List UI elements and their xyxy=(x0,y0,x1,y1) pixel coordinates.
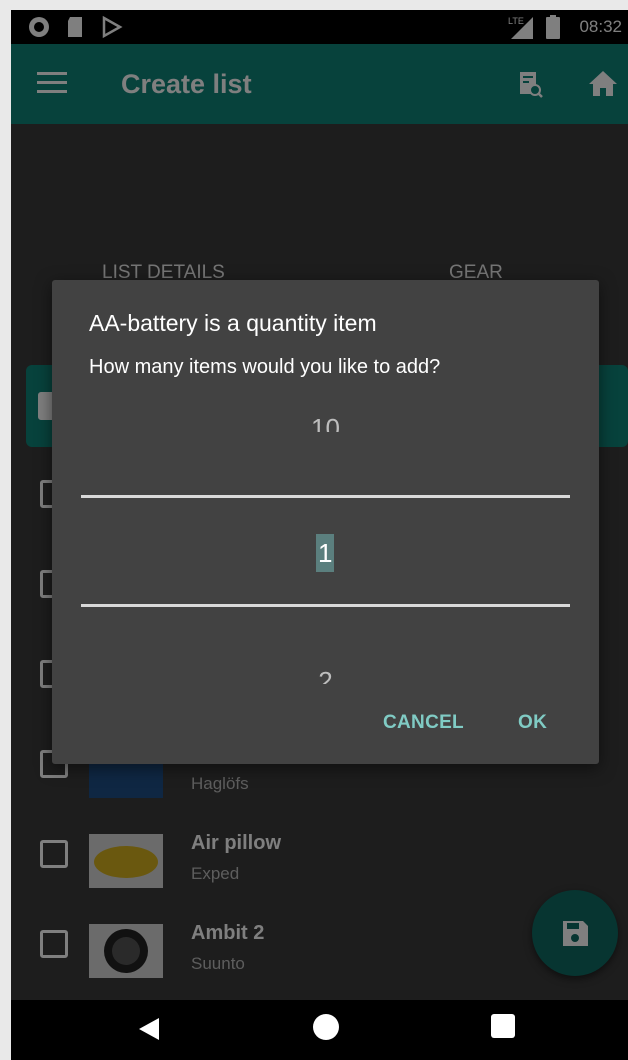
picker-divider xyxy=(81,495,570,498)
quantity-picker-input[interactable]: 1 xyxy=(316,534,335,572)
quantity-dialog: AA-battery is a quantity item How many i… xyxy=(52,280,599,764)
picker-divider xyxy=(81,604,570,607)
phone-screen: LTE 08:32 Create list LIST DETAILS xyxy=(11,10,628,1060)
home-circle-icon[interactable] xyxy=(313,1014,339,1040)
picker-previous-value[interactable]: 10 xyxy=(52,408,599,432)
recents-icon[interactable] xyxy=(491,1014,515,1038)
picker-next-value[interactable]: 2 xyxy=(52,670,599,684)
navigation-bar xyxy=(11,1000,628,1060)
dialog-message: How many items would you like to add? xyxy=(89,356,441,378)
cancel-button[interactable]: CANCEL xyxy=(383,712,464,734)
back-icon[interactable] xyxy=(137,1016,161,1047)
dialog-title: AA-battery is a quantity item xyxy=(89,310,377,336)
ok-button[interactable]: OK xyxy=(518,712,547,734)
